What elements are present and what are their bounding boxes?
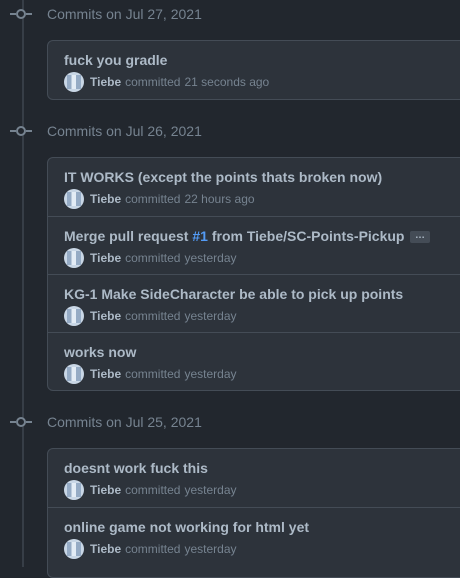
- commit-message: Merge pull request #1 from Tiebe/SC-Poin…: [64, 227, 450, 245]
- commit-author[interactable]: Tiebe: [90, 309, 121, 323]
- group-date-title: Commits on Jul 27, 2021: [47, 6, 202, 22]
- git-commit-icon: [10, 417, 32, 427]
- git-commit-icon: [10, 126, 32, 136]
- commit-list: IT WORKS (except the points thats broken…: [47, 157, 460, 391]
- commit-row: KG-1 Make SideCharacter be able to pick …: [48, 274, 460, 332]
- commit-meta: Tiebe committed yesterday: [64, 539, 450, 559]
- commit-verb: committed: [125, 542, 181, 556]
- commit-verb: committed: [125, 192, 181, 206]
- git-commit-icon: [10, 9, 32, 19]
- commit-message-prefix[interactable]: Merge pull request: [64, 228, 192, 244]
- commit-meta: Tiebe committed yesterday: [64, 248, 450, 268]
- user-avatar[interactable]: [64, 306, 84, 326]
- commit-message[interactable]: KG-1 Make SideCharacter be able to pick …: [64, 285, 450, 303]
- commit-row: doesnt work fuck this Tiebe committed ye…: [48, 449, 460, 507]
- commit-time[interactable]: yesterday: [184, 367, 236, 381]
- commit-message-suffix[interactable]: from Tiebe/SC-Points-Pickup: [208, 228, 405, 244]
- pull-request-link[interactable]: #1: [192, 228, 208, 244]
- commit-author[interactable]: Tiebe: [90, 542, 121, 556]
- commit-message[interactable]: works now: [64, 343, 450, 361]
- commit-author[interactable]: Tiebe: [90, 75, 121, 89]
- timeline-line: [22, 0, 24, 567]
- commit-author[interactable]: Tiebe: [90, 367, 121, 381]
- commit-verb: committed: [125, 251, 181, 265]
- commit-author[interactable]: Tiebe: [90, 483, 121, 497]
- commit-time[interactable]: 21 seconds ago: [184, 75, 269, 89]
- commit-meta: Tiebe committed yesterday: [64, 364, 450, 384]
- commit-verb: committed: [125, 75, 181, 89]
- commit-time[interactable]: yesterday: [184, 251, 236, 265]
- commit-list: fuck you gradle Tiebe committed 21 secon…: [47, 40, 460, 100]
- commit-time[interactable]: yesterday: [184, 309, 236, 323]
- commit-verb: committed: [125, 483, 181, 497]
- commit-meta: Tiebe committed yesterday: [64, 306, 450, 326]
- commit-time[interactable]: yesterday: [184, 542, 236, 556]
- commit-author[interactable]: Tiebe: [90, 192, 121, 206]
- commit-message[interactable]: fuck you gradle: [64, 51, 450, 69]
- commit-row: works now Tiebe committed yesterday: [48, 332, 460, 390]
- commit-list: doesnt work fuck this Tiebe committed ye…: [47, 448, 460, 578]
- commit-verb: committed: [125, 367, 181, 381]
- commit-meta: Tiebe committed 22 hours ago: [64, 189, 450, 209]
- commit-time[interactable]: yesterday: [184, 483, 236, 497]
- user-avatar[interactable]: [64, 189, 84, 209]
- commit-row: IT WORKS (except the points thats broken…: [48, 158, 460, 216]
- user-avatar[interactable]: [64, 248, 84, 268]
- group-date-title: Commits on Jul 25, 2021: [47, 414, 202, 430]
- commit-author[interactable]: Tiebe: [90, 251, 121, 265]
- commit-row: Merge pull request #1 from Tiebe/SC-Poin…: [48, 216, 460, 274]
- commit-row: fuck you gradle Tiebe committed 21 secon…: [48, 41, 460, 99]
- commit-meta: Tiebe committed yesterday: [64, 480, 450, 500]
- group-date-title: Commits on Jul 26, 2021: [47, 123, 202, 139]
- user-avatar[interactable]: [64, 72, 84, 92]
- user-avatar[interactable]: [64, 480, 84, 500]
- commit-time[interactable]: 22 hours ago: [184, 192, 254, 206]
- user-avatar[interactable]: [64, 539, 84, 559]
- user-avatar[interactable]: [64, 364, 84, 384]
- expand-message-button[interactable]: …: [410, 231, 431, 244]
- commit-row: online game not working for html yet Tie…: [48, 507, 460, 565]
- commit-meta: Tiebe committed 21 seconds ago: [64, 72, 450, 92]
- commit-message[interactable]: doesnt work fuck this: [64, 459, 450, 477]
- commit-message[interactable]: IT WORKS (except the points thats broken…: [64, 168, 450, 186]
- commit-message[interactable]: online game not working for html yet: [64, 518, 450, 536]
- commit-verb: committed: [125, 309, 181, 323]
